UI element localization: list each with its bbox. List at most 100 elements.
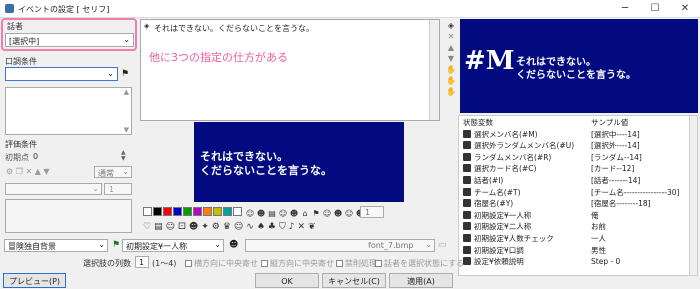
var-name[interactable]: チーム名(#T)	[463, 187, 583, 199]
up-arrow-icon[interactable]: ▲	[446, 42, 456, 53]
checkbox[interactable]	[375, 260, 382, 267]
face-icon[interactable]: ☺	[234, 222, 246, 232]
editor-scrollbar[interactable]	[429, 20, 439, 120]
font-select[interactable]: font_7.bmp ⌄	[245, 239, 435, 252]
flag-icon[interactable]: ⚑	[312, 209, 321, 218]
heart-icon[interactable]: ♡	[143, 222, 154, 232]
choices-label: 選択肢の列数	[83, 259, 131, 268]
var-name[interactable]: 初期設定¥二人称	[463, 221, 583, 233]
ok-button[interactable]: OK	[255, 273, 319, 288]
maximize-icon[interactable]: ☐	[640, 0, 670, 18]
hand-icon[interactable]: ✋	[446, 86, 456, 97]
folder-icon[interactable]: ▭	[438, 240, 447, 250]
cancel-button[interactable]: キャンセル(C)	[322, 273, 386, 288]
person-icon[interactable]: ☺	[279, 209, 288, 218]
option-vertical-center[interactable]: 縦方向に中央寄せ	[261, 258, 334, 269]
option-kinsoku[interactable]: 禁則処理	[336, 258, 377, 269]
scroll-down-icon[interactable]: ▼	[124, 126, 129, 134]
person-icon[interactable]: ☺	[246, 209, 255, 218]
person-icon[interactable]: ☻	[229, 240, 238, 250]
preview-button[interactable]: プレビュー(P)	[3, 273, 66, 288]
person-icon	[463, 175, 471, 184]
option-select-speaker[interactable]: 話者を選択状態にする	[375, 258, 464, 269]
color-swatch[interactable]	[203, 207, 212, 216]
team-icon[interactable]: ☻	[290, 209, 299, 218]
var-name[interactable]: 設定¥依頼説明	[463, 256, 583, 268]
color-swatch[interactable]	[223, 207, 232, 216]
bell-icon[interactable]: ♪	[289, 222, 298, 232]
flag-icon[interactable]: ⚑	[121, 69, 129, 79]
star-icon[interactable]: ✦	[201, 222, 212, 232]
normal-select[interactable]: 通常 ⌄	[94, 166, 132, 178]
people-icon[interactable]: ☻	[189, 222, 201, 232]
trophy-icon[interactable]: ♛	[223, 222, 234, 232]
color-swatch[interactable]	[193, 207, 202, 216]
tone-list[interactable]: ▲ ▼	[5, 87, 132, 135]
color-swatch[interactable]	[153, 207, 162, 216]
var-name[interactable]: 選択外ランダムメンバ名(#U)	[463, 140, 583, 152]
color-swatch[interactable]	[233, 207, 242, 216]
card-icon[interactable]: ▤	[154, 222, 166, 232]
table-scrollbar[interactable]	[689, 116, 697, 275]
hand-icon[interactable]: ✋	[446, 64, 456, 75]
initial-spinner[interactable]: ▲ ▼	[121, 150, 126, 162]
var-name[interactable]: 宿屋名(#Y)	[463, 198, 583, 210]
color-picker-icon[interactable]	[143, 207, 152, 216]
tag-icon[interactable]: ◈	[446, 20, 456, 31]
var-name[interactable]: 話者(#I)	[463, 175, 583, 187]
curl-icon[interactable]: ❦	[308, 222, 319, 232]
checkbox[interactable]	[185, 260, 192, 267]
color-swatch[interactable]	[183, 207, 192, 216]
inn-icon[interactable]: ⌂	[301, 209, 310, 218]
tone-select[interactable]: ⌄	[5, 67, 118, 81]
delete-icon[interactable]: ✕	[25, 167, 32, 176]
var-name[interactable]: 初期設定¥人数チェック	[463, 233, 583, 245]
speaker-label: 話者	[7, 22, 23, 31]
hand-icon[interactable]: ✋	[446, 75, 456, 86]
var-name[interactable]: 初期設定¥一人称	[463, 210, 583, 222]
scroll-up-icon[interactable]: ▲	[124, 88, 129, 96]
background-select[interactable]: 冒険独自背景 ⌄	[4, 239, 108, 252]
color-swatch[interactable]	[213, 207, 222, 216]
card-icon[interactable]: ▤	[268, 209, 277, 218]
color-swatch[interactable]	[163, 207, 172, 216]
person-icon[interactable]: ☺	[323, 209, 332, 218]
person-icon[interactable]: ☺	[166, 222, 178, 232]
eval-list[interactable]	[5, 199, 132, 233]
wave-icon[interactable]: ∿	[246, 222, 257, 232]
cross-icon[interactable]: ✕	[298, 222, 309, 232]
delete-icon[interactable]: ✕	[446, 31, 456, 42]
apply-button[interactable]: 適用(A)	[389, 273, 453, 288]
flag-icon[interactable]: ⚑	[112, 240, 120, 250]
copy-icon[interactable]: ❐	[16, 167, 23, 176]
person-icon[interactable]: ☺	[345, 209, 354, 218]
person-icon[interactable]: ☻	[334, 209, 343, 218]
checkbox[interactable]	[336, 260, 343, 267]
club-icon[interactable]: ♣	[268, 222, 279, 232]
count-spin[interactable]: 1	[360, 206, 384, 218]
option-horizontal-center[interactable]: 横方向に中央寄せ	[185, 258, 258, 269]
speaker-select[interactable]: [選択中] ⌄	[5, 33, 134, 47]
gear-icon[interactable]: ⚙	[212, 222, 223, 232]
choices-spin[interactable]: 1	[135, 256, 149, 268]
dice-icon[interactable]: ⚀	[178, 222, 189, 232]
down-arrow-icon[interactable]: ▼	[446, 53, 456, 64]
var-name[interactable]: ランダムメンバ名(#R)	[463, 152, 583, 164]
eval-spin[interactable]: 1	[104, 183, 132, 195]
color-swatch[interactable]	[173, 207, 182, 216]
initial-setting-select[interactable]: 初期設定¥一人称 ⌄	[122, 239, 224, 252]
down-arrow-icon[interactable]: ▼	[43, 167, 49, 176]
people-icon[interactable]: ☻	[257, 209, 266, 218]
var-name[interactable]: 選択メンバ名(#M)	[463, 129, 583, 141]
message-editor[interactable]: ◈ それはできない。くだらないことを言うな。	[140, 19, 440, 121]
eval-select[interactable]: ⌄	[5, 183, 102, 195]
shield-icon[interactable]: ⛉	[279, 222, 289, 232]
var-name[interactable]: 選択カード名(#C)	[463, 163, 583, 175]
minimize-icon[interactable]: ─	[610, 0, 640, 18]
var-name[interactable]: 初期設定¥口調	[463, 245, 583, 257]
close-icon[interactable]: ✕	[670, 0, 700, 18]
gear-icon[interactable]: ⚙	[6, 167, 13, 176]
spade-icon[interactable]: ♠	[257, 222, 268, 232]
up-arrow-icon[interactable]: ▲	[35, 167, 41, 176]
checkbox[interactable]	[261, 260, 268, 267]
